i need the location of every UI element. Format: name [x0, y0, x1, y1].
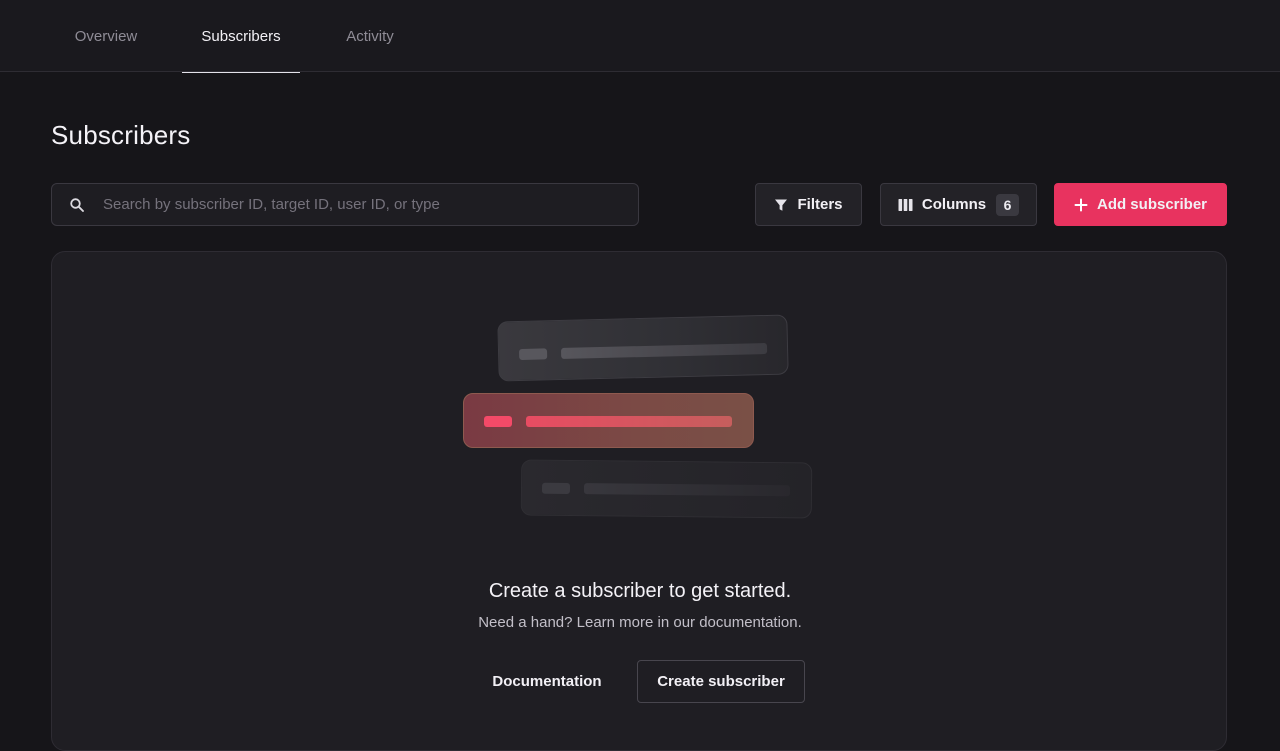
illustration-bar	[583, 483, 791, 497]
illustration-bar	[541, 482, 571, 494]
illustration-bar	[484, 416, 512, 427]
columns-icon	[898, 198, 913, 212]
illustration-bar	[560, 342, 768, 360]
empty-state-subtitle: Need a hand? Learn more in our documenta…	[478, 614, 802, 631]
filter-icon	[774, 198, 788, 212]
search-input[interactable]	[103, 196, 603, 213]
tab-overview[interactable]: Overview	[56, 0, 156, 72]
columns-count-badge: 6	[996, 193, 1020, 216]
empty-state-title: Create a subscriber to get started.	[488, 580, 792, 602]
illustration-bar	[526, 416, 732, 427]
add-subscriber-label: Add subscriber	[1096, 196, 1208, 213]
create-subscriber-button[interactable]: Create subscriber	[637, 660, 805, 703]
illustration-bar	[518, 348, 548, 361]
tab-activity[interactable]: Activity	[326, 0, 414, 72]
plus-icon	[1074, 198, 1088, 212]
illustration-card-top	[497, 314, 789, 382]
add-subscriber-button[interactable]: Add subscriber	[1054, 183, 1227, 226]
filters-button[interactable]: Filters	[755, 183, 862, 226]
documentation-button[interactable]: Documentation	[480, 660, 614, 703]
columns-label: Columns	[921, 196, 987, 213]
illustration-card-highlight	[463, 393, 754, 448]
search-box[interactable]	[51, 183, 639, 226]
illustration-card-bottom	[520, 459, 813, 519]
tab-bar: Overview Subscribers Activity	[0, 0, 1280, 73]
page-title: Subscribers	[51, 120, 191, 150]
search-icon	[69, 197, 85, 213]
tab-subscribers[interactable]: Subscribers	[182, 0, 300, 73]
filters-label: Filters	[797, 196, 843, 213]
columns-button[interactable]: Columns 6	[880, 183, 1037, 226]
